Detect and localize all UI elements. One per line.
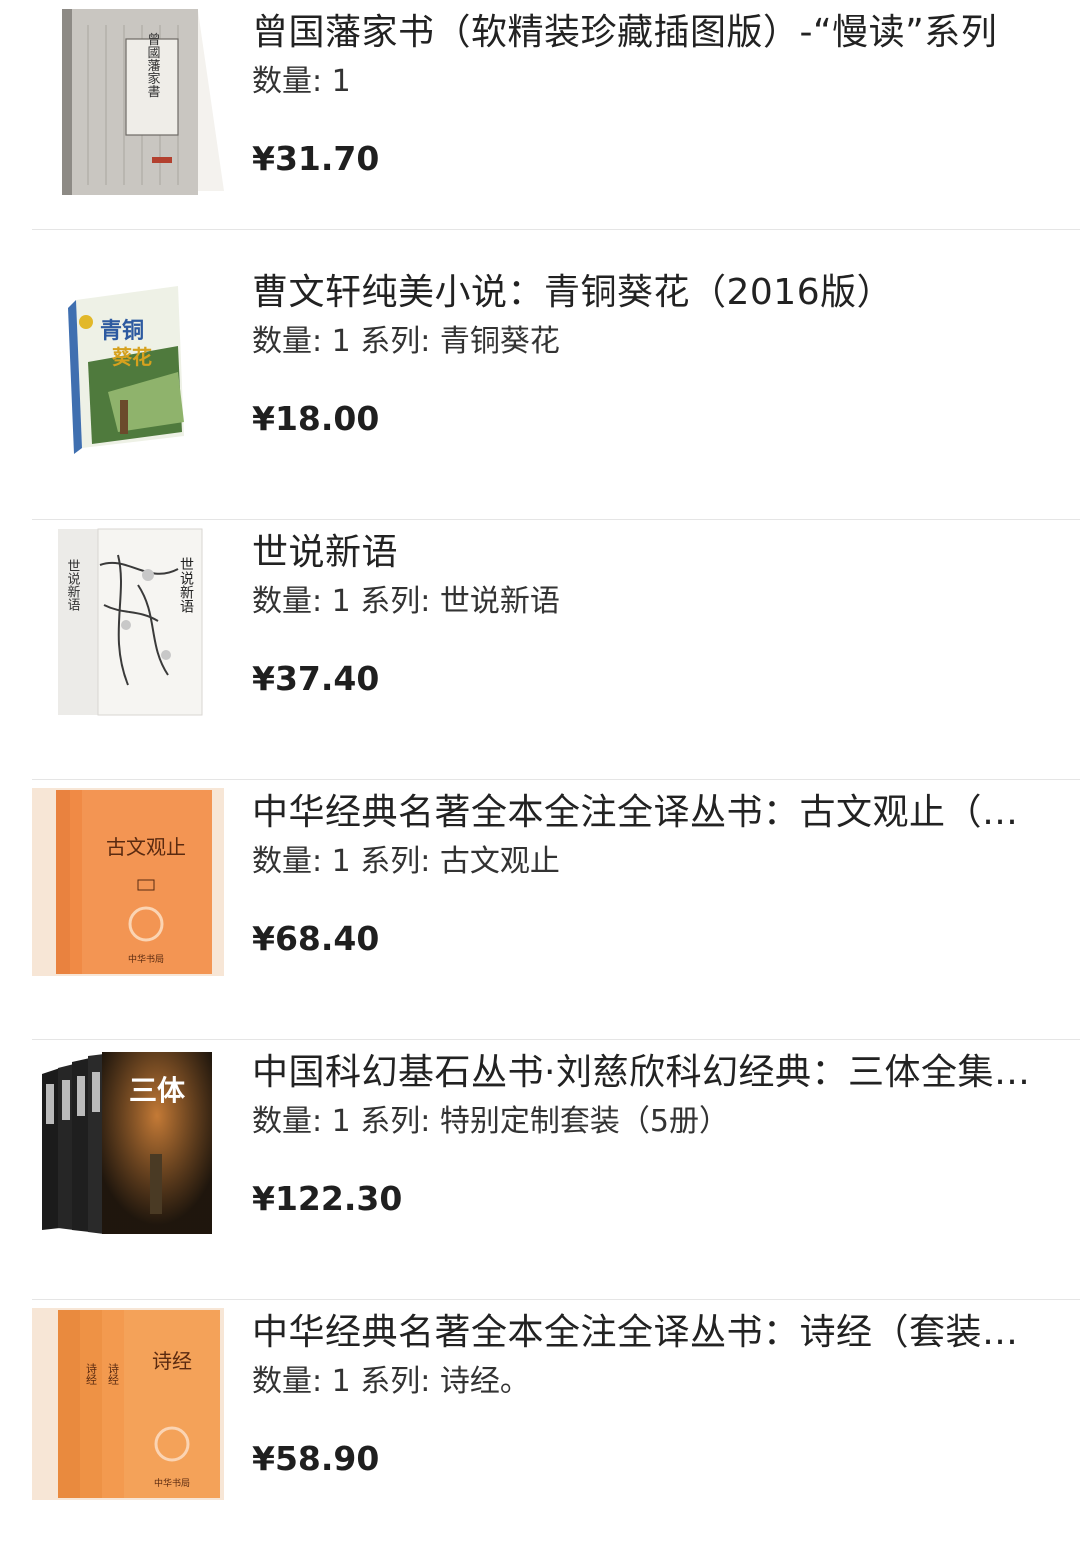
quantity-label: 数量: 1 [252, 584, 351, 619]
series-label: 系列: 诗经。 [360, 1364, 530, 1399]
book-cover-shijing-icon[interactable]: 诗经 诗经 诗经 中华书局 [28, 1304, 228, 1504]
product-meta: 数量: 1 系列: 特别定制套装（5册） [252, 1102, 1040, 1142]
book-cover-guwenguanzhi-icon[interactable]: 古文观止 中华书局 [28, 784, 228, 984]
book-cover-santi-icon[interactable]: 三体 [28, 1044, 228, 1244]
divider [32, 229, 1080, 230]
order-item[interactable]: 曾國藩家書 曾国藩家书（软精装珍藏插图版）-“慢读”系列 数量: 1 ¥31.7… [0, 0, 1080, 260]
series-label: 系列: 特别定制套装（5册） [360, 1104, 730, 1139]
book-cover-qingtongkuihua-icon[interactable]: 青铜 葵花 [28, 272, 228, 472]
book-cover-shishuoxinyu-icon[interactable]: 世说新语 世说新语 [28, 525, 228, 725]
product-title[interactable]: 世说新语 [252, 528, 1040, 578]
svg-text:青铜: 青铜 [100, 318, 144, 344]
product-meta: 数量: 1 系列: 青铜葵花 [252, 322, 1040, 362]
book-cover-zengguofan-icon[interactable]: 曾國藩家書 [28, 5, 228, 205]
product-title[interactable]: 曾国藩家书（软精装珍藏插图版）-“慢读”系列 [252, 8, 1040, 58]
order-item-info: 曹文轩纯美小说：青铜葵花（2016版） 数量: 1 系列: 青铜葵花 ¥18.0… [252, 260, 1040, 520]
series-label: 系列: 古文观止 [360, 844, 560, 879]
svg-text:世说新语: 世说新语 [178, 557, 194, 613]
product-title[interactable]: 中华经典名著全本全注全译丛书：古文观止（上下册） [252, 788, 1040, 838]
quantity-label: 数量: 1 [252, 1364, 351, 1399]
svg-text:古文观止: 古文观止 [106, 835, 186, 859]
quantity-label: 数量: 1 [252, 844, 351, 879]
svg-text:葵花: 葵花 [111, 345, 152, 369]
product-title[interactable]: 曹文轩纯美小说：青铜葵花（2016版） [252, 268, 1040, 318]
order-item[interactable]: 三体 中国科幻基石丛书·刘慈欣科幻经典：三体全集（套装共5册） 数量: 1 系列… [0, 1040, 1080, 1300]
series-label: 系列: 世说新语 [360, 584, 560, 619]
product-price: ¥18.00 [252, 399, 380, 438]
svg-text:中华书局: 中华书局 [128, 953, 164, 965]
product-price: ¥68.40 [252, 919, 380, 958]
product-price: ¥58.90 [252, 1439, 380, 1478]
order-item-info: 中华经典名著全本全注全译丛书：古文观止（上下册） 数量: 1 系列: 古文观止 … [252, 780, 1040, 1040]
product-title[interactable]: 中国科幻基石丛书·刘慈欣科幻经典：三体全集（套装共5册） [252, 1048, 1040, 1098]
svg-text:世说新语: 世说新语 [65, 559, 81, 611]
quantity-label: 数量: 1 [252, 64, 351, 99]
order-item-info: 中国科幻基石丛书·刘慈欣科幻经典：三体全集（套装共5册） 数量: 1 系列: 特… [252, 1040, 1040, 1300]
svg-text:诗经: 诗经 [85, 1362, 98, 1385]
product-price: ¥31.70 [252, 139, 380, 178]
product-meta: 数量: 1 系列: 古文观止 [252, 842, 1040, 882]
product-meta: 数量: 1 [252, 62, 1040, 102]
series-label: 系列: 青铜葵花 [360, 324, 560, 359]
quantity-label: 数量: 1 [252, 1104, 351, 1139]
quantity-label: 数量: 1 [252, 324, 351, 359]
product-price: ¥37.40 [252, 659, 380, 698]
product-title[interactable]: 中华经典名著全本全注全译丛书：诗经（套装全三册） [252, 1308, 1040, 1358]
svg-text:诗经: 诗经 [152, 1349, 192, 1373]
product-meta: 数量: 1 系列: 诗经。 [252, 1362, 1040, 1402]
order-item-list: 曾國藩家書 曾国藩家书（软精装珍藏插图版）-“慢读”系列 数量: 1 ¥31.7… [0, 0, 1080, 1507]
order-item-info: 中华经典名著全本全注全译丛书：诗经（套装全三册） 数量: 1 系列: 诗经。 ¥… [252, 1300, 1040, 1560]
svg-text:诗经: 诗经 [107, 1362, 120, 1385]
order-item[interactable]: 诗经 诗经 诗经 中华书局 中华经典名著全本全注全译丛书：诗经（套装全三册） 数… [0, 1300, 1080, 1560]
svg-text:曾國藩家書: 曾國藩家書 [145, 33, 161, 99]
order-item[interactable]: 青铜 葵花 曹文轩纯美小说：青铜葵花（2016版） 数量: 1 系列: 青铜葵花… [0, 260, 1080, 520]
order-item[interactable]: 古文观止 中华书局 中华经典名著全本全注全译丛书：古文观止（上下册） 数量: 1… [0, 780, 1080, 1040]
svg-text:中华书局: 中华书局 [154, 1477, 190, 1489]
svg-text:三体: 三体 [129, 1074, 186, 1107]
product-meta: 数量: 1 系列: 世说新语 [252, 582, 1040, 622]
product-price: ¥122.30 [252, 1179, 403, 1218]
order-item[interactable]: 世说新语 世说新语 世说新语 数量: 1 系列: 世说新语 ¥37.40 [0, 520, 1080, 780]
order-item-info: 世说新语 数量: 1 系列: 世说新语 ¥37.40 [252, 520, 1040, 780]
order-item-info: 曾国藩家书（软精装珍藏插图版）-“慢读”系列 数量: 1 ¥31.70 [252, 0, 1040, 260]
